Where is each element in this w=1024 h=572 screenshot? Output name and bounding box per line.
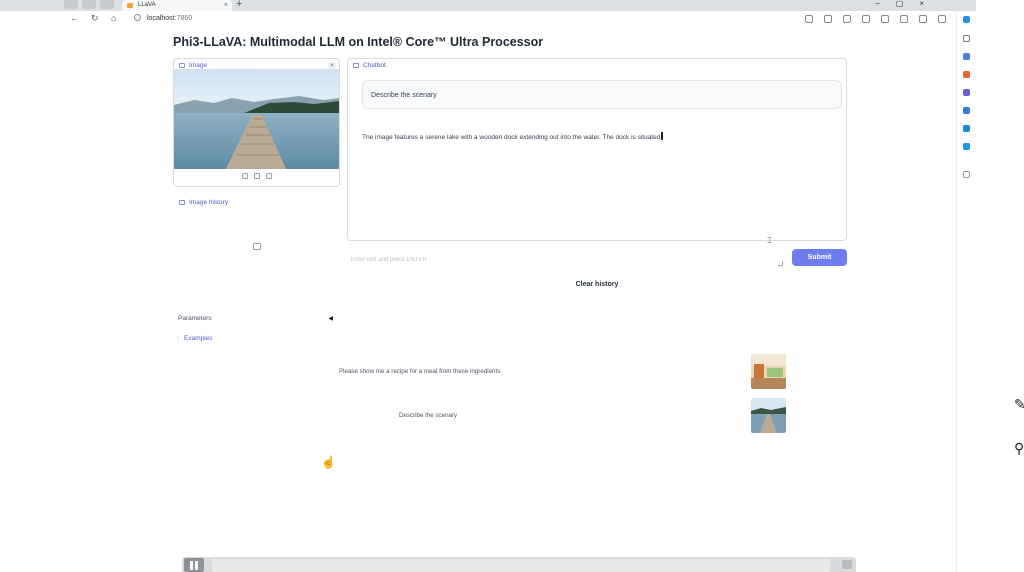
favorite-star-icon[interactable] (824, 15, 832, 23)
extensions-icon[interactable] (862, 15, 870, 23)
url-host: localhost (147, 15, 175, 22)
text-select-cursor-icon: ⌶ (767, 236, 772, 245)
chatbot-block-label: Chatbot (353, 62, 386, 69)
sidebar-people-icon[interactable] (963, 89, 970, 96)
examples-text: Examples (184, 335, 213, 342)
expand-triangle-icon[interactable]: ◀ (328, 312, 333, 326)
collections-toolbar-icon[interactable] (900, 15, 908, 23)
close-window-icon[interactable]: × (919, 0, 924, 8)
sidebar-shopping-icon[interactable] (963, 71, 970, 78)
minimize-icon[interactable]: – (875, 0, 879, 8)
volume-icon[interactable] (842, 560, 852, 569)
chatbot-panel: Chatbot Describe the scenary The image f… (347, 58, 847, 241)
window-quick-icons (64, 0, 114, 11)
media-control-bar (182, 557, 856, 572)
submit-button[interactable]: Submit (792, 249, 847, 266)
example-text: Please show me a recipe for a meal from … (339, 368, 501, 375)
browser-tab-llava[interactable]: LLaVA × (122, 0, 232, 11)
sidebar-add-icon[interactable] (963, 171, 970, 178)
user-message: Describe the scenary (362, 80, 842, 109)
image-upload-panel[interactable]: Image × (173, 58, 340, 187)
media-progress-track[interactable] (212, 559, 830, 572)
message-input-row (347, 248, 783, 270)
collections-icon[interactable] (82, 0, 96, 9)
desktop-strip (976, 0, 1024, 572)
window-controls: – ▢ × (875, 0, 924, 8)
image-history-label: Image history (179, 199, 228, 206)
upload-icon[interactable] (241, 173, 248, 179)
share-icon[interactable] (265, 173, 272, 179)
pointer-hand-icon: ☝ (321, 455, 336, 469)
home-icon[interactable]: ⌂ (111, 13, 116, 23)
bot-message: The image features a serene lake with a … (362, 132, 664, 141)
tab-actions-icon[interactable] (100, 0, 114, 9)
site-info-icon[interactable] (134, 14, 141, 21)
sidebar-office-icon[interactable] (963, 107, 970, 114)
image-label-text: Image (189, 62, 208, 69)
sidebar-search-icon[interactable] (963, 35, 970, 42)
address-bar[interactable]: localhost:7860 (134, 14, 192, 22)
image-label-icon (179, 63, 185, 68)
delete-icon[interactable] (253, 173, 260, 179)
examples-label: ⋮ Examples (175, 335, 213, 342)
address-bar-row: ← ↻ ⌂ localhost:7860 (0, 11, 976, 28)
favorites-icon[interactable] (881, 15, 889, 23)
split-screen-icon[interactable] (843, 15, 851, 23)
sidebar-send-icon[interactable] (963, 143, 970, 150)
examples-icon: ⋮ (175, 336, 181, 342)
uploaded-lake-image (174, 69, 339, 169)
url-port: :7860 (174, 15, 193, 22)
example-row-scenary[interactable]: Describe the scenary (173, 398, 793, 434)
performance-icon[interactable] (919, 15, 927, 23)
sidebar-outlook-icon[interactable] (963, 125, 970, 132)
chatbot-label-text: Chatbot (363, 62, 386, 69)
back-arrow-icon[interactable]: ← (70, 13, 79, 23)
pin-icon: ✎ (1014, 396, 1024, 412)
streaming-caret (661, 132, 664, 140)
example-lake-thumbnail (751, 398, 786, 433)
page-title: Phi3-LLaVA: Multimodal LLM on Intel® Cor… (173, 35, 544, 49)
maximize-icon[interactable]: ▢ (896, 0, 904, 8)
parameters-label: Parameters (178, 315, 212, 322)
image-block-label: Image (179, 62, 207, 69)
example-kitchen-thumbnail (751, 354, 786, 389)
example-row-recipe[interactable]: Please show me a recipe for a meal from … (173, 354, 793, 390)
new-tab-button[interactable]: + (236, 0, 242, 10)
edge-sidebar (956, 11, 976, 572)
example-text: Describe the scenary (399, 412, 458, 419)
tab-favicon-icon (127, 3, 133, 8)
image-history-icon (179, 200, 185, 205)
parameters-accordion[interactable]: Parameters ◀ (173, 312, 335, 326)
message-input[interactable] (347, 250, 783, 270)
clear-history-button[interactable]: Clear history (347, 277, 847, 291)
tab-close-icon[interactable]: × (224, 0, 228, 11)
empty-gallery-icon (253, 243, 261, 250)
sidebar-tools-icon[interactable] (963, 53, 970, 60)
read-aloud-icon[interactable] (805, 15, 813, 23)
chatbot-label-icon (353, 63, 359, 68)
refresh-icon[interactable]: ↻ (91, 13, 99, 24)
copilot-icon[interactable] (963, 16, 970, 23)
browser-tab-strip: LLaVA × + – ▢ × (0, 0, 976, 11)
more-menu-icon[interactable] (938, 15, 946, 23)
browser-toolbar (805, 15, 946, 23)
image-history-text: Image history (189, 199, 229, 206)
pause-icon[interactable] (184, 558, 204, 572)
image-tools (174, 173, 339, 179)
strip-tool-icon: ⚲ (1014, 440, 1024, 456)
bot-message-text: The image features a serene lake with a … (362, 134, 661, 141)
profile-icon[interactable] (64, 0, 78, 9)
resize-handle-icon[interactable] (778, 261, 783, 266)
tab-title: LLaVA (138, 2, 156, 8)
